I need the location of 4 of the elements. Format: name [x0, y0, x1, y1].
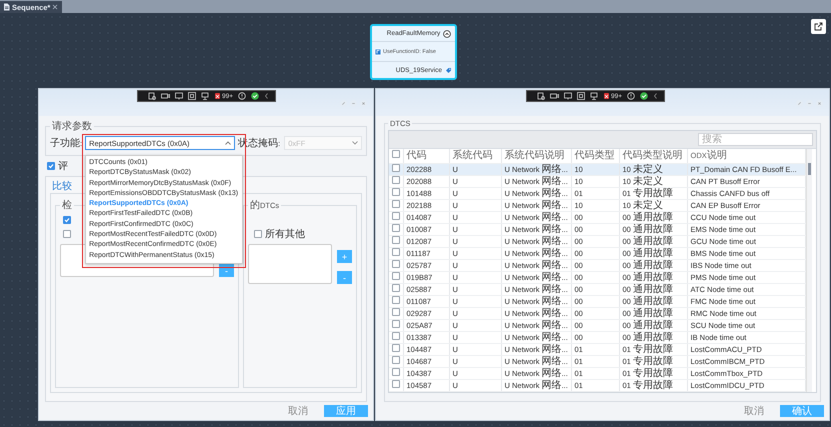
checkbox-label: 评 — [58, 160, 68, 173]
group-title: 检 — [61, 198, 73, 212]
checkbox-label: 所有其他 — [265, 228, 305, 240]
group-title: 请求参数 — [51, 120, 93, 133]
